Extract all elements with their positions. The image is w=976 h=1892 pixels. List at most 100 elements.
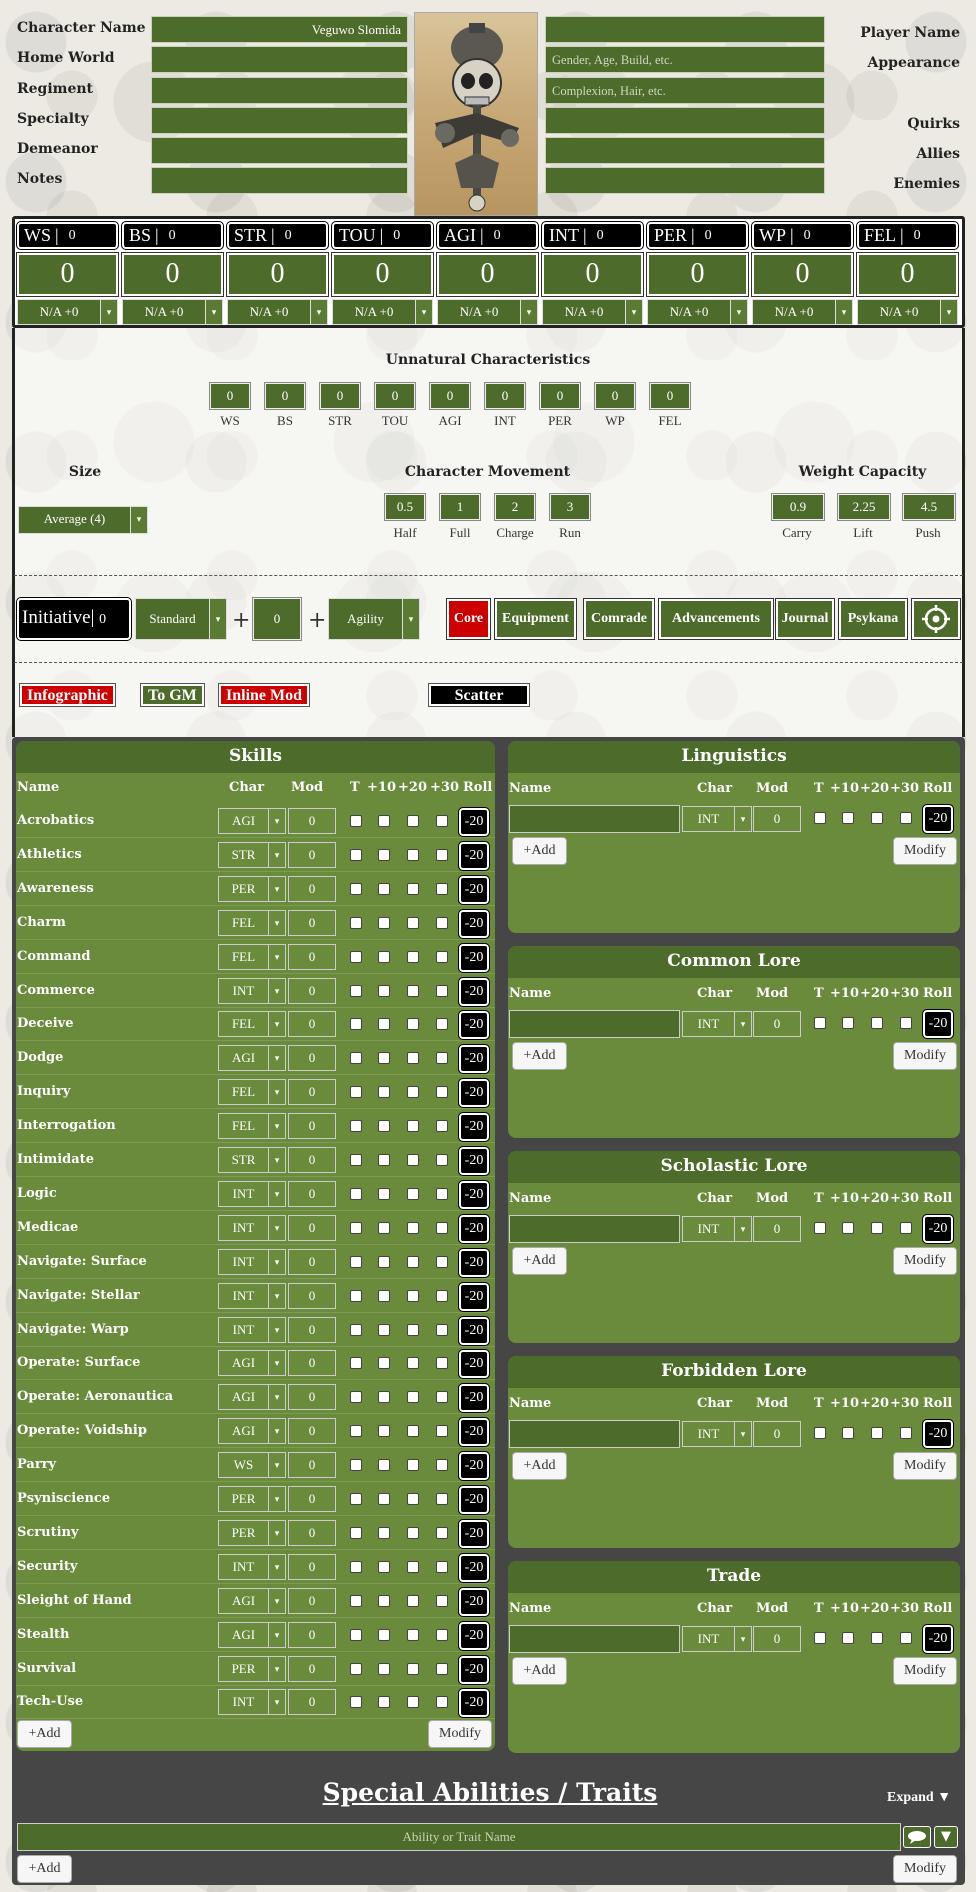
lore-training-checkbox[interactable] (900, 1427, 912, 1439)
field-left-5[interactable] (151, 167, 408, 194)
skill-training-checkbox[interactable] (407, 1221, 419, 1234)
lore-mod-input[interactable]: 0 (753, 1216, 801, 1242)
skill-mod-input[interactable]: 0 (288, 1282, 336, 1309)
skill-char-select[interactable]: INT ▾ (218, 1316, 286, 1343)
skill-training-checkbox[interactable] (350, 1018, 362, 1031)
skill-roll-button[interactable]: -20 (458, 807, 490, 837)
lore-modify-button[interactable]: Modify (893, 1657, 957, 1685)
lore-roll-button[interactable]: -20 (922, 1624, 954, 1654)
lore-char-select[interactable]: INT ▾ (682, 1626, 752, 1652)
skill-roll-button[interactable]: -20 (458, 1078, 490, 1109)
skill-training-checkbox[interactable] (350, 1493, 362, 1505)
lore-roll-button[interactable]: -20 (922, 1419, 954, 1449)
skill-training-checkbox[interactable] (378, 1560, 390, 1573)
lore-training-checkbox[interactable] (900, 1017, 912, 1029)
skill-training-checkbox[interactable] (378, 1255, 390, 1268)
skill-roll-button[interactable]: -20 (458, 908, 490, 939)
weight-carry[interactable]: 0.9 (771, 493, 825, 521)
skill-training-checkbox[interactable] (407, 1018, 419, 1031)
lore-name-input[interactable] (509, 1625, 680, 1653)
initiative-box[interactable]: Initiative| 0 (16, 597, 132, 641)
toggle-details-button[interactable]: ▼ (934, 1826, 958, 1848)
skill-training-checkbox[interactable] (350, 1594, 362, 1607)
skill-training-checkbox[interactable] (378, 1628, 390, 1641)
skill-training-checkbox[interactable] (407, 1459, 419, 1472)
skill-training-checkbox[interactable] (407, 1628, 419, 1641)
skill-roll-button[interactable]: -20 (458, 1213, 490, 1244)
lore-name-input[interactable] (509, 1215, 680, 1243)
skill-char-select[interactable]: INT ▾ (218, 1282, 286, 1309)
lore-training-checkbox[interactable] (814, 1222, 826, 1234)
skill-char-select[interactable]: PER ▾ (218, 1655, 286, 1682)
initiative-type-select[interactable]: Standard ▾ (135, 598, 227, 640)
skill-mod-input[interactable]: 0 (288, 943, 336, 970)
skill-training-checkbox[interactable] (350, 916, 362, 929)
field-left-2[interactable] (151, 77, 408, 104)
skill-training-checkbox[interactable] (350, 1255, 362, 1268)
skill-roll-button[interactable]: -20 (458, 1451, 490, 1482)
lore-mod-input[interactable]: 0 (753, 1626, 801, 1652)
characteristic-header[interactable]: TOU | 0 (331, 221, 434, 250)
characteristic-header[interactable]: INT | 0 (541, 221, 644, 250)
skill-mod-input[interactable]: 0 (288, 977, 336, 1004)
characteristic-mod-select[interactable]: N/A +0 ▾ (542, 299, 643, 325)
skill-training-checkbox[interactable] (350, 1187, 362, 1200)
skill-mod-input[interactable]: 0 (288, 1418, 336, 1445)
skill-roll-button[interactable]: -20 (458, 1044, 490, 1075)
skill-mod-input[interactable]: 0 (288, 1486, 336, 1512)
skill-roll-button[interactable]: -20 (458, 1485, 490, 1515)
lore-mod-input[interactable]: 0 (753, 1421, 801, 1447)
unnatural-ws[interactable]: 0 (209, 382, 251, 410)
skill-training-checkbox[interactable] (436, 815, 448, 827)
field-left-3[interactable] (151, 107, 408, 134)
lore-char-select[interactable]: INT ▾ (682, 806, 752, 832)
lore-add-button[interactable]: +Add (512, 1042, 567, 1070)
characteristic-header[interactable]: WS | 0 (16, 221, 119, 250)
skill-training-checkbox[interactable] (350, 1052, 362, 1065)
skill-char-select[interactable]: WS ▾ (218, 1452, 286, 1479)
skill-training-checkbox[interactable] (436, 1018, 448, 1031)
skill-training-checkbox[interactable] (436, 1526, 448, 1539)
characteristic-mod-select[interactable]: N/A +0 ▾ (437, 299, 538, 325)
skill-roll-button[interactable]: -20 (458, 1688, 490, 1719)
lore-training-checkbox[interactable] (871, 812, 883, 824)
lore-training-checkbox[interactable] (814, 1427, 826, 1439)
character-portrait[interactable] (414, 12, 538, 216)
lore-training-checkbox[interactable] (842, 812, 854, 824)
skill-training-checkbox[interactable] (350, 984, 362, 997)
skill-training-checkbox[interactable] (436, 1628, 448, 1641)
skill-training-checkbox[interactable] (436, 1425, 448, 1438)
skill-training-checkbox[interactable] (350, 815, 362, 827)
skill-training-checkbox[interactable] (378, 1526, 390, 1539)
skill-char-select[interactable]: INT ▾ (218, 977, 286, 1004)
skill-roll-button[interactable]: -20 (458, 1586, 490, 1617)
characteristic-header[interactable]: FEL | 0 (856, 221, 959, 250)
skill-training-checkbox[interactable] (436, 1493, 448, 1505)
inline-mod-toggle[interactable]: Inline Mod (217, 683, 311, 707)
lore-training-checkbox[interactable] (842, 1427, 854, 1439)
field-right-3[interactable] (545, 107, 825, 134)
skill-char-select[interactable]: FEL ▾ (218, 1113, 286, 1140)
lore-training-checkbox[interactable] (842, 1222, 854, 1234)
characteristic-header[interactable]: PER | 0 (646, 221, 749, 250)
skill-training-checkbox[interactable] (407, 1594, 419, 1607)
unnatural-tou[interactable]: 0 (374, 382, 416, 410)
skill-training-checkbox[interactable] (436, 1357, 448, 1370)
movement-half[interactable]: 0.5 (384, 493, 426, 521)
characteristic-header[interactable]: BS | 0 (121, 221, 224, 250)
skill-training-checkbox[interactable] (436, 1696, 448, 1709)
skills-add-button[interactable]: +Add (17, 1720, 72, 1748)
skill-roll-button[interactable]: -20 (458, 1112, 490, 1143)
size-select[interactable]: Average (4) ▾ (18, 506, 148, 534)
skill-training-checkbox[interactable] (407, 1357, 419, 1370)
field-left-0[interactable]: Veguwo Slomida (151, 16, 408, 43)
skill-training-checkbox[interactable] (407, 984, 419, 997)
skill-training-checkbox[interactable] (436, 1323, 448, 1336)
skill-training-checkbox[interactable] (350, 1154, 362, 1166)
tab-advancements[interactable]: Advancements (658, 598, 774, 640)
skill-training-checkbox[interactable] (378, 1187, 390, 1200)
skill-char-select[interactable]: INT ▾ (218, 1689, 286, 1716)
unnatural-wp[interactable]: 0 (594, 382, 636, 410)
skill-training-checkbox[interactable] (407, 1289, 419, 1302)
skill-mod-input[interactable]: 0 (288, 1113, 336, 1140)
